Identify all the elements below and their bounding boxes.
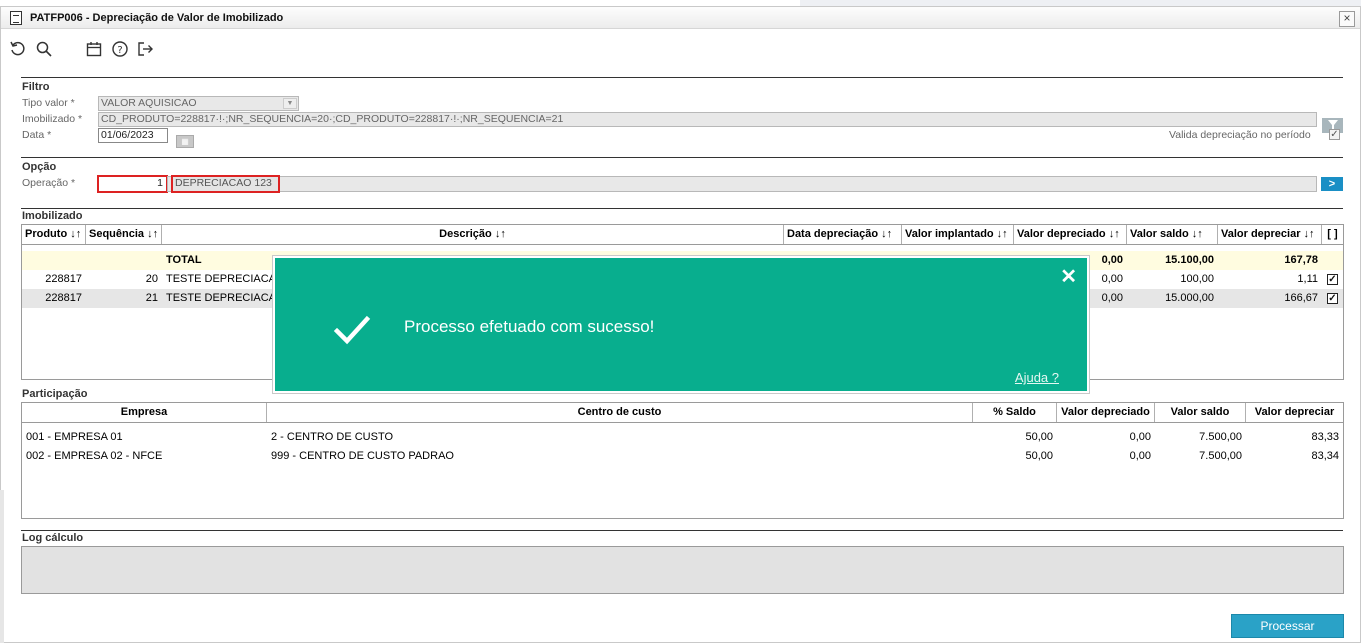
opcao-title: Opção (22, 161, 57, 173)
help-icon[interactable]: ? (111, 40, 129, 58)
title-bar: PATFP006 - Depreciação de Valor de Imobi… (1, 7, 1360, 29)
col-data-depreciacao[interactable]: Data depreciação ↓↑ (784, 225, 902, 244)
col-valor-depreciado[interactable]: Valor depreciado ↓↑ (1014, 225, 1127, 244)
imobilizado-field[interactable]: CD_PRODUTO=228817·!·;NR_SEQUENCIA=20·;CD… (98, 112, 1317, 127)
saldo-cell: 15.000,00 (1165, 292, 1214, 304)
depreciar-cell: 166,67 (1284, 292, 1318, 304)
check-icon (332, 310, 372, 350)
search-icon[interactable] (35, 40, 53, 58)
col-valor-saldo[interactable]: Valor saldo ↓↑ (1127, 225, 1218, 244)
tipo-valor-value: VALOR AQUISICAO (101, 97, 197, 109)
saldo-cell: 7.500,00 (1199, 431, 1242, 443)
svg-text:?: ? (117, 45, 122, 56)
col-valor-depreciar[interactable]: Valor depreciar ↓↑ (1218, 225, 1322, 244)
filtro-title: Filtro (22, 81, 50, 93)
col-centro-custo[interactable]: Centro de custo (267, 403, 973, 422)
document-icon (10, 11, 22, 25)
imobilizado-title: Imobilizado (22, 210, 83, 222)
col-valor-depreciado[interactable]: Valor depreciado (1057, 403, 1155, 422)
depreciado-cell: 0,00 (1129, 431, 1151, 443)
sequencia-cell: 20 (145, 273, 158, 285)
filtro-divider (21, 77, 1343, 78)
tipo-valor-label: Tipo valor * (22, 97, 75, 109)
toast-message: Processo efetuado com sucesso! (404, 317, 655, 336)
col-valor-depreciar[interactable]: Valor depreciar (1246, 403, 1343, 422)
centro-cell: 999 - CENTRO DE CUSTO PADRAO (271, 450, 454, 462)
row-checkbox[interactable]: ✓ (1327, 293, 1338, 304)
tipo-valor-select[interactable]: VALOR AQUISICAO ▼ (98, 96, 299, 111)
data-input[interactable]: 01/06/2023 (98, 128, 168, 143)
depreciar-cell: 83,33 (1311, 431, 1339, 443)
operacao-desc-field: DEPRECIACAO 123 (171, 175, 280, 193)
total-depreciar: 167,78 (1284, 254, 1318, 266)
operacao-desc-bar (167, 176, 1317, 192)
log-textarea[interactable] (21, 546, 1344, 594)
undo-icon[interactable] (9, 40, 27, 58)
participacao-table: Empresa Centro de custo % Saldo Valor de… (21, 402, 1344, 519)
col-descricao[interactable]: Descrição ↓↑ (162, 225, 784, 244)
help-link[interactable]: Ajuda ? (1015, 370, 1059, 385)
saldo-cell: 7.500,00 (1199, 450, 1242, 462)
date-picker-icon[interactable]: ▦ (176, 135, 194, 148)
col-sequencia[interactable]: Sequência ↓↑ (86, 225, 162, 244)
col-produto[interactable]: Produto ↓↑ (22, 225, 86, 244)
produto-cell: 228817 (45, 292, 82, 304)
produto-cell: 228817 (45, 273, 82, 285)
empresa-cell: 001 - EMPRESA 01 (26, 431, 123, 443)
operacao-code-input[interactable]: 1 (97, 175, 168, 193)
window-title: PATFP006 - Depreciação de Valor de Imobi… (30, 12, 284, 24)
chevron-down-icon[interactable]: ▼ (283, 98, 297, 109)
table-row[interactable]: 002 - EMPRESA 02 - NFCE 999 - CENTRO DE … (22, 447, 1343, 466)
chevron-right-icon[interactable]: > (1321, 177, 1343, 191)
exit-icon[interactable] (136, 40, 154, 58)
col-valor-saldo[interactable]: Valor saldo (1155, 403, 1246, 422)
col-valor-implantado[interactable]: Valor implantado ↓↑ (902, 225, 1014, 244)
toolbar: ? (1, 35, 201, 63)
opcao-divider (21, 157, 1343, 158)
depreciar-cell: 1,11 (1297, 273, 1318, 285)
close-icon[interactable]: ✕ (1060, 264, 1077, 289)
imobilizado-label: Imobilizado * (22, 113, 83, 125)
depreciado-cell: 0,00 (1129, 450, 1151, 462)
centro-cell: 2 - CENTRO DE CUSTO (271, 431, 394, 443)
col-select-all[interactable]: [ ] (1322, 225, 1343, 244)
operacao-label: Operação * (22, 177, 76, 189)
col-pct-saldo[interactable]: % Saldo (973, 403, 1057, 422)
log-title: Log cálculo (22, 532, 84, 544)
imobilizado-divider (21, 208, 1343, 209)
depreciar-cell: 83,34 (1311, 450, 1339, 462)
data-label: Data * (22, 129, 52, 141)
table-header: Produto ↓↑ Sequência ↓↑ Descrição ↓↑ Dat… (22, 225, 1343, 245)
pct-saldo-cell: 50,00 (1025, 450, 1053, 462)
col-empresa[interactable]: Empresa (22, 403, 267, 422)
processar-button[interactable]: Processar (1231, 614, 1344, 638)
total-saldo: 15.100,00 (1165, 254, 1214, 266)
row-checkbox[interactable]: ✓ (1327, 274, 1338, 285)
saldo-cell: 100,00 (1180, 273, 1214, 285)
close-window-button[interactable]: × (1339, 11, 1355, 27)
valida-depreciacao-label: Valida depreciação no período (1169, 129, 1311, 141)
table-row[interactable]: 001 - EMPRESA 01 2 - CENTRO DE CUSTO 50,… (22, 428, 1343, 447)
table-header: Empresa Centro de custo % Saldo Valor de… (22, 403, 1343, 423)
left-edge (0, 490, 4, 643)
success-toast: ✕ Processo efetuado com sucesso! Ajuda ? (273, 256, 1089, 393)
sequencia-cell: 21 (145, 292, 158, 304)
calendar-icon[interactable] (85, 40, 103, 58)
valida-depreciacao-checkbox[interactable]: ✓ (1329, 129, 1340, 140)
pct-saldo-cell: 50,00 (1025, 431, 1053, 443)
empresa-cell: 002 - EMPRESA 02 - NFCE (26, 450, 163, 462)
log-divider (21, 530, 1343, 531)
participacao-title: Participação (22, 388, 88, 400)
